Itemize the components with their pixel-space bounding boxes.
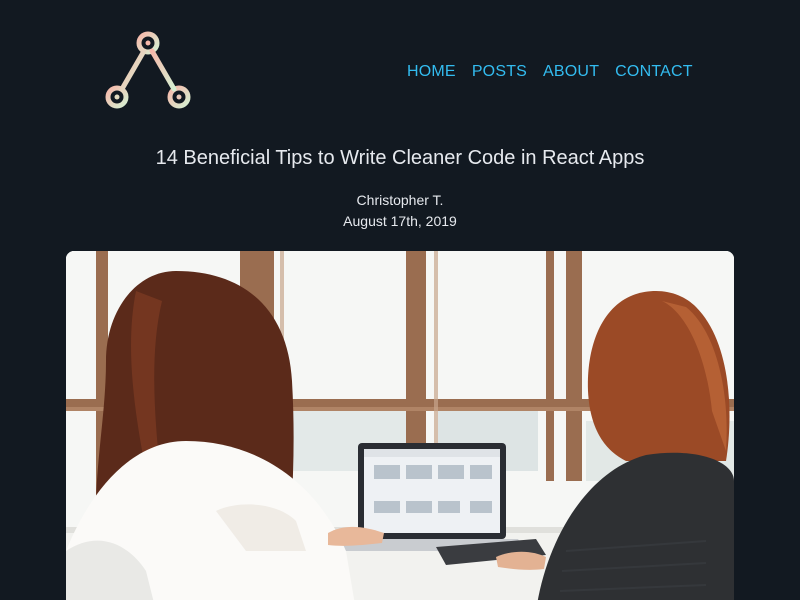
site-logo[interactable]: [100, 30, 196, 116]
nav-about-link[interactable]: ABOUT: [543, 62, 599, 82]
triangle-nodes-logo-icon: [105, 31, 191, 109]
post-title: 14 Beneficial Tips to Write Cleaner Code…: [155, 147, 645, 169]
nav-posts-link[interactable]: POSTS: [472, 62, 527, 82]
post-date: August 17th, 2019: [343, 213, 457, 229]
photo-two-women-at-laptop-icon: [66, 251, 734, 600]
page: HOME POSTS ABOUT CONTACT 14 Beneficial T…: [0, 0, 800, 600]
nav-home-link[interactable]: HOME: [407, 62, 456, 82]
hero-image: [66, 251, 734, 600]
main-nav: HOME POSTS ABOUT CONTACT: [407, 62, 693, 82]
nav-contact-link[interactable]: CONTACT: [615, 62, 693, 82]
post-author: Christopher T.: [356, 192, 444, 208]
